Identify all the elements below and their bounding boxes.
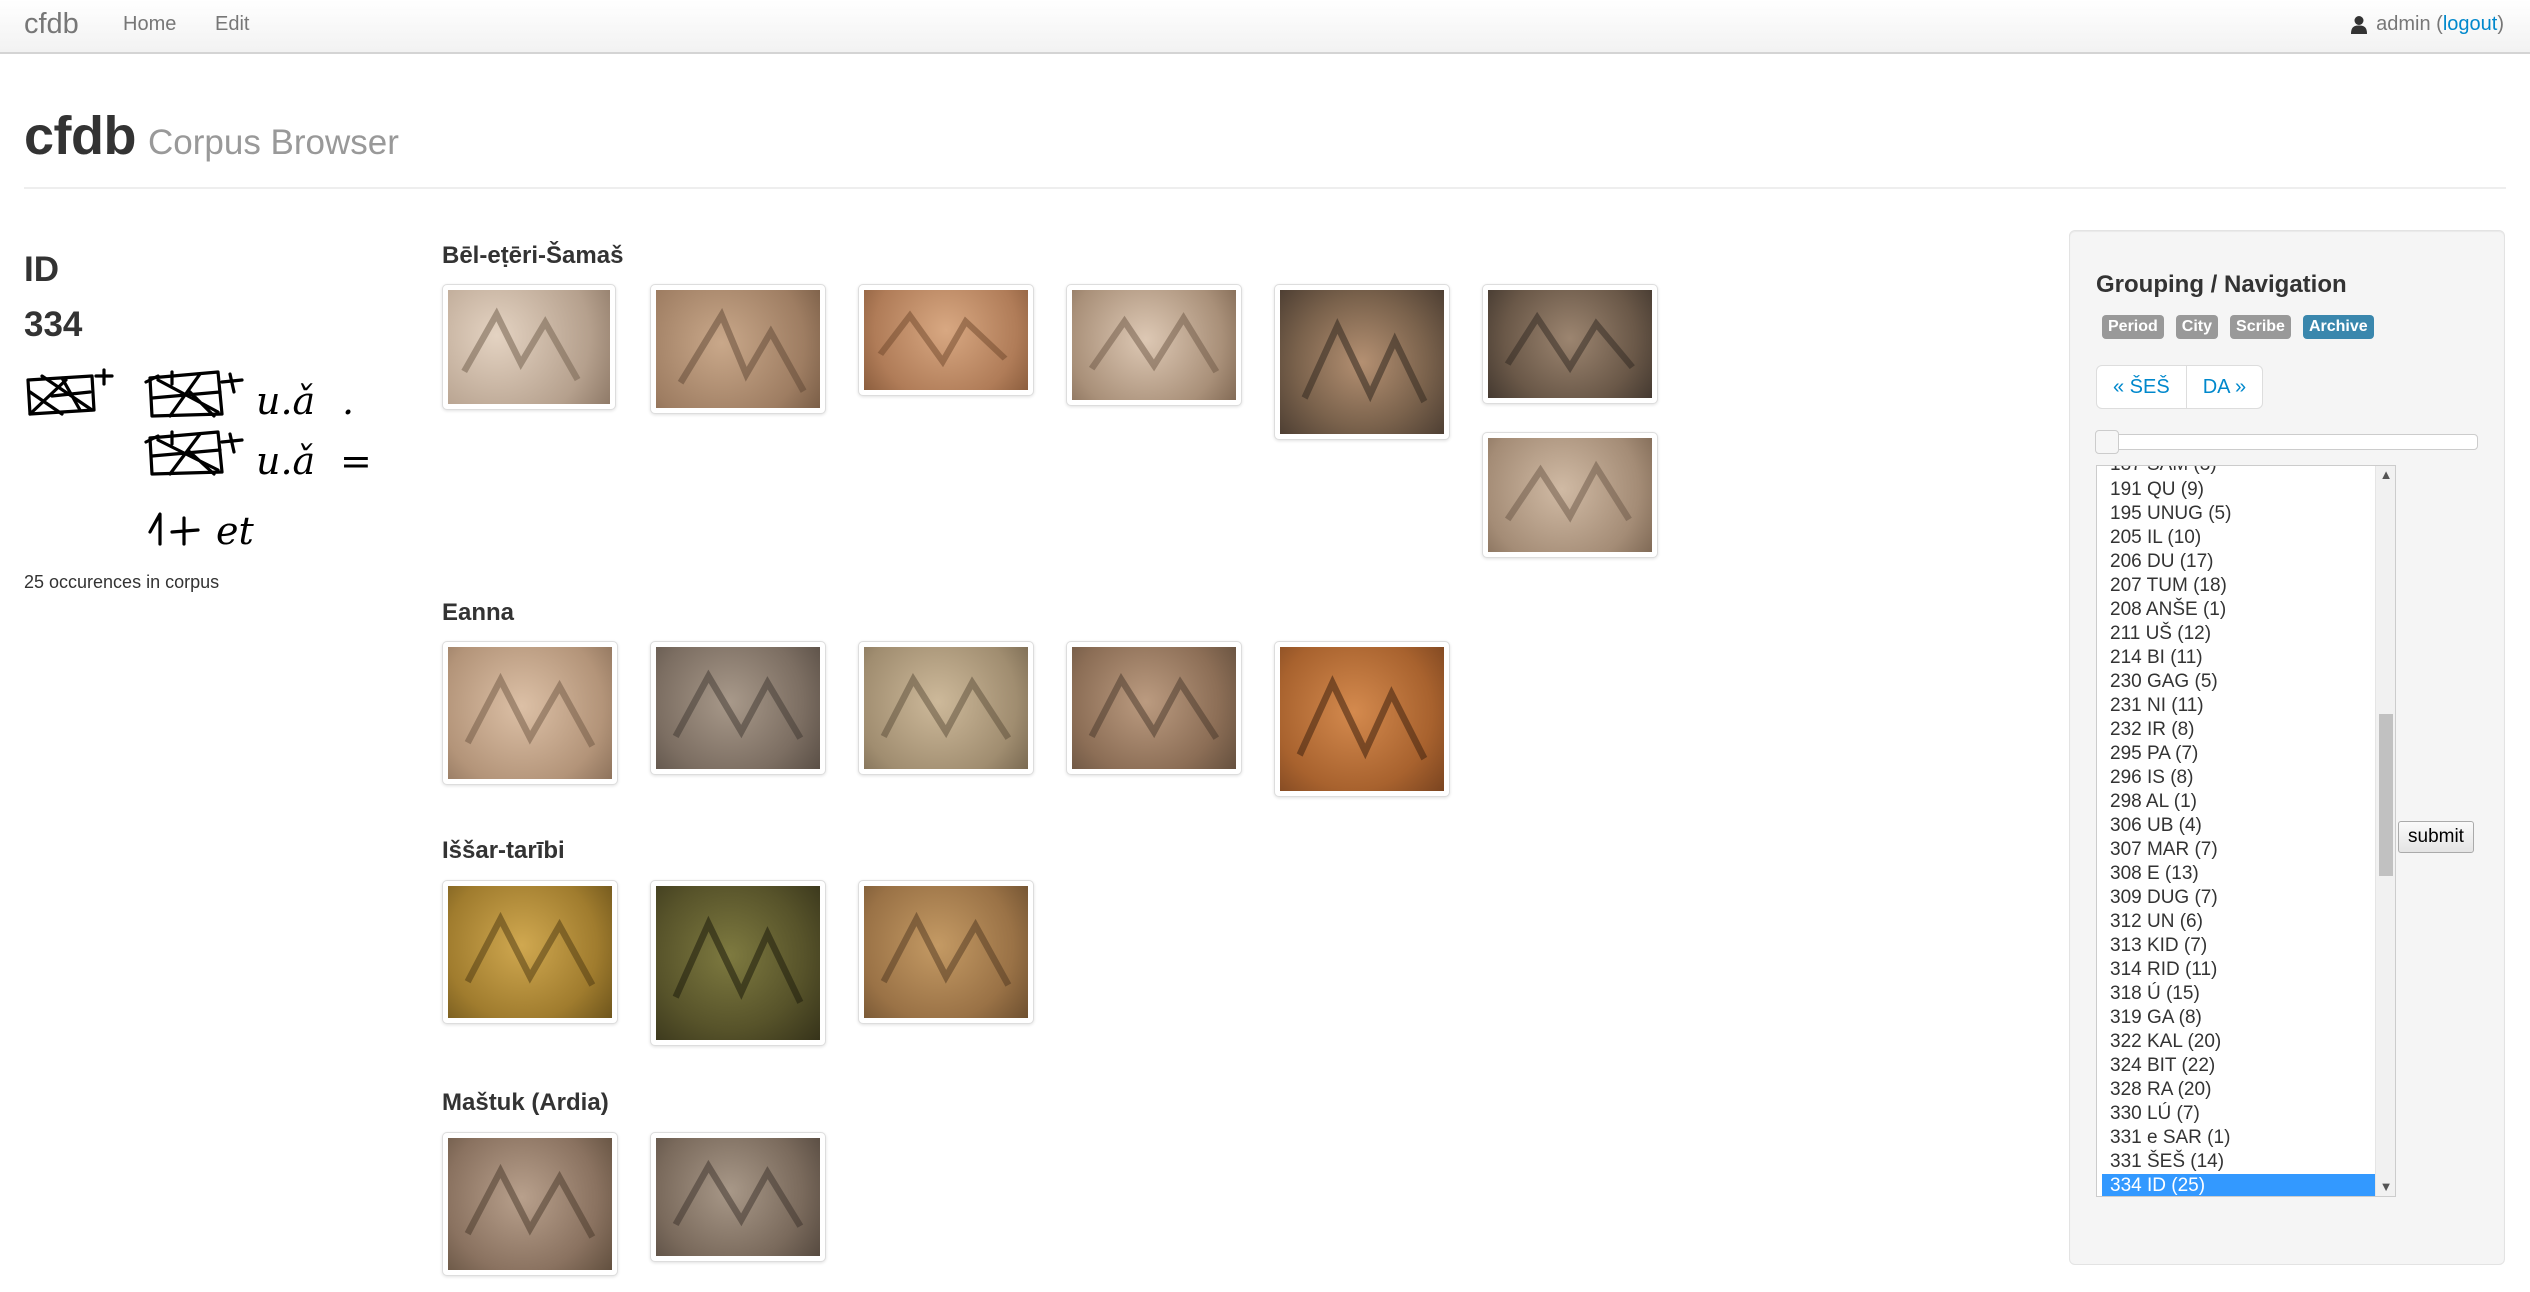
sign-thumbnail[interactable] (1274, 284, 1450, 440)
list-item[interactable]: 208 ANŠE (1) (2097, 598, 2375, 622)
sign-number: 334 (24, 305, 83, 344)
navigation-slider[interactable] (2095, 430, 2478, 454)
sign-thumbnail[interactable] (858, 880, 1034, 1024)
list-item[interactable]: 331 ŠEŠ (14) (2097, 1150, 2375, 1174)
svg-text:u.ǎ: u.ǎ (256, 379, 315, 423)
svg-text:et: et (216, 509, 254, 552)
page-subtitle: Corpus Browser (148, 123, 399, 162)
label-scribe[interactable]: Scribe (2230, 315, 2291, 339)
list-item[interactable]: 313 KID (7) (2097, 934, 2375, 958)
svg-text:=: = (340, 439, 372, 483)
group-title-eanna: Eanna (442, 599, 515, 626)
scroll-down-arrow-icon[interactable]: ▼ (2376, 1178, 2395, 1196)
sign-options: 187 SAM (3) 191 QU (9)195 UNUG (5)205 IL… (2097, 466, 2375, 1196)
list-item[interactable]: 195 UNUG (5) (2097, 502, 2375, 526)
list-item[interactable]: 330 LÚ (7) (2097, 1102, 2375, 1126)
nav-edit-link[interactable]: Edit (215, 13, 249, 36)
username: admin (logout) (2376, 13, 2504, 35)
sign-thumbnail[interactable] (442, 284, 616, 410)
logout-link[interactable]: logout (2443, 13, 2498, 35)
sign-name: ID (24, 250, 59, 289)
list-item[interactable]: 328 RA (20) (2097, 1078, 2375, 1102)
sign-thumbnail[interactable] (1274, 641, 1450, 797)
list-item[interactable]: 312 UN (6) (2097, 910, 2375, 934)
nav-home-link[interactable]: Home (123, 13, 176, 36)
list-item[interactable]: 211 UŠ (12) (2097, 622, 2375, 646)
list-item[interactable]: 191 QU (9) (2097, 478, 2375, 502)
list-item[interactable]: 318 Ú (15) (2097, 982, 2375, 1006)
sign-thumbnail[interactable] (858, 641, 1034, 775)
sign-thumbnail[interactable] (1482, 284, 1658, 404)
list-item[interactable]: 207 TUM (18) (2097, 574, 2375, 598)
sign-drawing: u.ǎ . u.ǎ = et (26, 368, 372, 552)
sign-pager: « ŠEŠ DA » (2096, 365, 2264, 409)
list-item[interactable]: 322 KAL (20) (2097, 1030, 2375, 1054)
sign-thumbnail[interactable] (650, 641, 826, 775)
list-item[interactable]: 230 GAG (5) (2097, 670, 2375, 694)
page-title: cfdb (24, 106, 137, 166)
user-info: admin (logout) (2350, 13, 2504, 36)
previous-sign-button[interactable]: « ŠEŠ (2096, 365, 2187, 409)
sidebar-title: Grouping / Navigation (2096, 271, 2347, 298)
list-item[interactable]: 205 IL (10) (2097, 526, 2375, 550)
sign-thumbnail[interactable] (442, 880, 618, 1024)
list-item[interactable]: 331 e SAR (1) (2097, 1126, 2375, 1150)
list-item[interactable]: 206 DU (17) (2097, 550, 2375, 574)
slider-handle[interactable] (2095, 430, 2119, 454)
next-sign-button[interactable]: DA » (2186, 365, 2264, 409)
sign-thumbnail[interactable] (442, 1132, 618, 1276)
occurrence-count: 25 occurences in corpus (24, 572, 220, 592)
user-icon (2351, 15, 2368, 34)
group-title-mastuk-ardia: Maštuk (Ardia) (442, 1089, 609, 1116)
page-header: cfdb Corpus Browser (24, 105, 2506, 189)
sign-thumbnail[interactable] (650, 1132, 826, 1262)
list-item[interactable]: 214 BI (11) (2097, 646, 2375, 670)
navbar: cfdb Home Edit admin (logout) (0, 0, 2530, 54)
list-item[interactable]: 296 IS (8) (2097, 766, 2375, 790)
list-item[interactable]: 232 IR (8) (2097, 718, 2375, 742)
group-title-issar-taribi: Iššar-tarībi (442, 837, 565, 864)
scrollbar-thumb[interactable] (2379, 714, 2393, 876)
list-item[interactable]: 334 ID (25) (2102, 1174, 2375, 1196)
brand-link[interactable]: cfdb (24, 8, 79, 41)
list-item[interactable]: 295 PA (7) (2097, 742, 2375, 766)
scroll-up-arrow-icon[interactable]: ▲ (2376, 466, 2395, 484)
sign-select-list[interactable]: 187 SAM (3) 191 QU (9)195 UNUG (5)205 IL… (2096, 465, 2396, 1197)
submit-button[interactable]: submit (2398, 821, 2474, 853)
list-item[interactable]: 314 RID (11) (2097, 958, 2375, 982)
list-scrollbar[interactable]: ▲ ▼ (2375, 466, 2395, 1196)
list-item[interactable]: 319 GA (8) (2097, 1006, 2375, 1030)
sign-thumbnail[interactable] (650, 284, 826, 414)
sign-thumbnail[interactable] (1066, 641, 1242, 775)
svg-text:u.ǎ: u.ǎ (256, 439, 315, 483)
list-item[interactable]: 324 BIT (22) (2097, 1054, 2375, 1078)
label-city[interactable]: City (2175, 315, 2219, 339)
grouping-navigation-panel: Grouping / Navigation Period City Scribe… (2069, 230, 2505, 1265)
list-item[interactable]: 309 DUG (7) (2097, 886, 2375, 910)
sign-thumbnail[interactable] (442, 641, 618, 785)
svg-text:.: . (342, 379, 354, 423)
list-item[interactable]: 187 SAM (3) (2097, 466, 2375, 478)
label-period[interactable]: Period (2102, 315, 2164, 339)
list-item[interactable]: 308 E (13) (2097, 862, 2375, 886)
sign-thumbnail[interactable] (858, 284, 1034, 396)
sign-thumbnail[interactable] (650, 880, 826, 1046)
list-item[interactable]: 231 NI (11) (2097, 694, 2375, 718)
group-title-bel-eteri-samas: Bēl-eṭēri-Šamaš (442, 242, 624, 269)
grouping-labels: Period City Scribe Archive (2102, 315, 2374, 339)
list-item[interactable]: 307 MAR (7) (2097, 838, 2375, 862)
sign-thumbnail[interactable] (1066, 284, 1242, 406)
list-item[interactable]: 306 UB (4) (2097, 814, 2375, 838)
label-archive[interactable]: Archive (2302, 315, 2374, 339)
sign-thumbnail[interactable] (1482, 432, 1658, 558)
list-item[interactable]: 298 AL (1) (2097, 790, 2375, 814)
